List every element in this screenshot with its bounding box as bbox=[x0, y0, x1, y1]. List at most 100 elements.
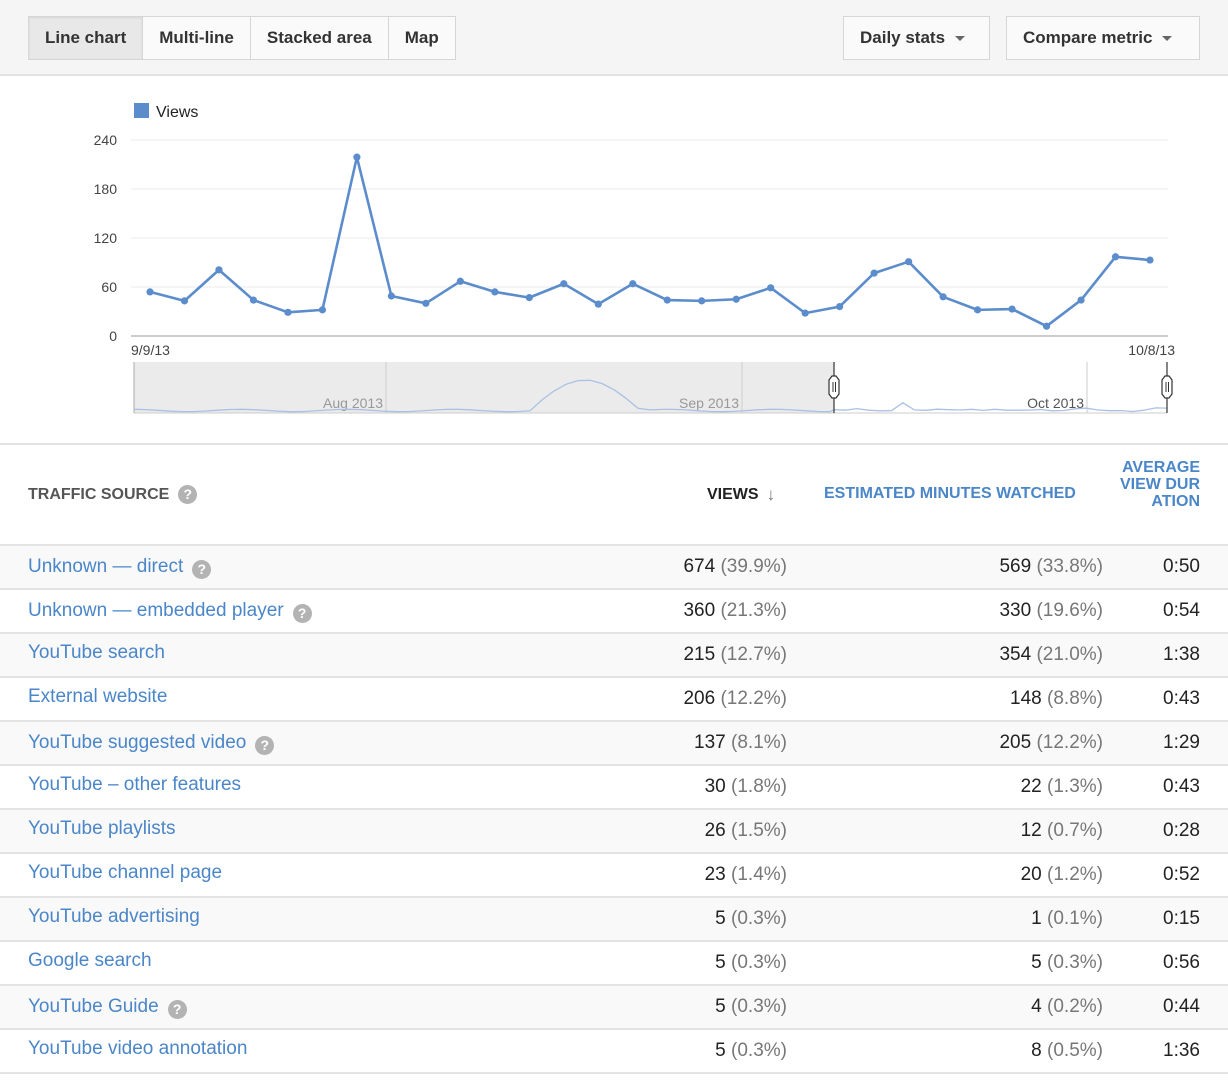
views-value: 5 bbox=[715, 908, 726, 929]
navigator-selected-range[interactable] bbox=[834, 362, 1167, 413]
views-cell: 137 (8.1%) bbox=[694, 732, 787, 754]
traffic-source-link[interactable]: YouTube suggested video? bbox=[28, 730, 275, 755]
data-point[interactable] bbox=[284, 308, 292, 316]
minutes-value: 330 bbox=[999, 600, 1032, 621]
traffic-source-link[interactable]: External website bbox=[28, 686, 167, 708]
table-body: Unknown — direct? 674 (39.9%) 569 (33.8%) 0… bbox=[0, 546, 1228, 1074]
views-value: 206 bbox=[683, 688, 716, 709]
y-tick-label: 240 bbox=[94, 132, 118, 148]
minutes-value: 4 bbox=[1031, 996, 1042, 1017]
data-point[interactable] bbox=[698, 297, 706, 305]
table-row: YouTube playlists 26 (1.5%) 12 (0.7%) 0:28 bbox=[0, 810, 1228, 854]
help-icon[interactable]: ? bbox=[167, 1000, 187, 1019]
views-percent: (8.1%) bbox=[731, 732, 787, 753]
minutes-value: 8 bbox=[1031, 1040, 1042, 1061]
data-point[interactable] bbox=[318, 306, 327, 314]
data-point[interactable] bbox=[215, 266, 223, 274]
range-navigator[interactable]: Aug 2013 Sep 2013 Oct 2013 bbox=[133, 362, 1173, 414]
data-point[interactable] bbox=[1111, 253, 1120, 261]
data-point[interactable] bbox=[973, 306, 982, 314]
traffic-source-link[interactable]: Google search bbox=[28, 950, 152, 972]
header-traffic-source: TRAFFIC SOURCE ? bbox=[28, 485, 198, 504]
views-cell: 5 (0.3%) bbox=[715, 952, 787, 974]
minutes-value: 148 bbox=[1010, 688, 1042, 709]
traffic-source-label: YouTube Guide bbox=[28, 995, 159, 1017]
traffic-source-link[interactable]: YouTube advertising bbox=[28, 906, 200, 928]
traffic-source-label: Unknown — direct bbox=[28, 555, 184, 577]
data-point[interactable] bbox=[1042, 322, 1051, 330]
series-line-views bbox=[149, 155, 1151, 328]
traffic-source-link[interactable]: YouTube channel page bbox=[28, 862, 222, 884]
data-point[interactable] bbox=[422, 299, 430, 307]
map-button[interactable]: Map bbox=[387, 16, 456, 60]
data-point[interactable] bbox=[456, 277, 464, 285]
views-cell: 5 (0.3%) bbox=[715, 1040, 787, 1062]
data-point[interactable] bbox=[353, 153, 361, 161]
data-point[interactable] bbox=[732, 295, 740, 303]
header-average-view-duration[interactable]: AVERAGE VIEW DURATION bbox=[1116, 459, 1200, 510]
legend-label: Views bbox=[156, 104, 198, 121]
data-point[interactable] bbox=[180, 297, 189, 305]
data-point[interactable] bbox=[905, 258, 913, 266]
y-tick-label: 180 bbox=[94, 181, 118, 197]
avg-duration-cell: 0:43 bbox=[1163, 688, 1200, 709]
minutes-cell: 12 (0.7%) bbox=[1021, 820, 1103, 842]
data-point[interactable] bbox=[939, 293, 947, 301]
traffic-source-link[interactable]: YouTube Guide? bbox=[28, 994, 187, 1019]
data-point[interactable] bbox=[836, 303, 844, 311]
series-views bbox=[146, 153, 1154, 330]
traffic-source-link[interactable]: Unknown — embedded player? bbox=[28, 598, 312, 623]
traffic-source-link[interactable]: YouTube playlists bbox=[28, 818, 176, 840]
traffic-source-link[interactable]: YouTube – other features bbox=[28, 774, 241, 796]
views-cell: 23 (1.4%) bbox=[705, 864, 787, 886]
traffic-source-link[interactable]: YouTube video annotation bbox=[28, 1038, 247, 1060]
x-end-label: 10/8/13 bbox=[1128, 342, 1175, 358]
data-point[interactable] bbox=[387, 292, 395, 300]
data-point[interactable] bbox=[1077, 296, 1085, 304]
stacked-area-button[interactable]: Stacked area bbox=[249, 16, 389, 60]
help-icon[interactable]: ? bbox=[292, 604, 312, 623]
traffic-source-label: YouTube playlists bbox=[28, 818, 176, 839]
data-point[interactable] bbox=[146, 288, 154, 296]
help-icon[interactable]: ? bbox=[178, 485, 198, 504]
traffic-source-link[interactable]: YouTube search bbox=[28, 642, 165, 664]
navigator-month-label: Aug 2013 bbox=[323, 395, 383, 411]
data-point[interactable] bbox=[249, 296, 258, 304]
header-views[interactable]: VIEWS ↓ bbox=[707, 485, 775, 505]
views-percent: (1.5%) bbox=[731, 820, 787, 841]
data-point[interactable] bbox=[1008, 305, 1016, 313]
minutes-percent: (8.8%) bbox=[1047, 688, 1103, 709]
views-percent: (0.3%) bbox=[731, 908, 787, 929]
views-cell: 360 (21.3%) bbox=[683, 600, 787, 622]
compare-metric-dropdown[interactable]: Compare metric bbox=[1006, 16, 1200, 60]
line-chart-button[interactable]: Line chart bbox=[28, 16, 144, 60]
daily-stats-dropdown[interactable]: Daily stats bbox=[843, 16, 990, 60]
minutes-cell: 569 (33.8%) bbox=[999, 556, 1103, 578]
data-point[interactable] bbox=[767, 284, 775, 292]
multi-line-button[interactable]: Multi-line bbox=[142, 16, 251, 60]
legend-swatch bbox=[134, 103, 149, 118]
data-point[interactable] bbox=[594, 300, 602, 308]
data-point[interactable] bbox=[1146, 256, 1154, 264]
minutes-percent: (0.7%) bbox=[1047, 820, 1103, 841]
toolbar: Line chart Multi-line Stacked area Map D… bbox=[0, 0, 1228, 76]
data-point[interactable] bbox=[525, 294, 533, 302]
sort-arrow-down-icon: ↓ bbox=[766, 485, 776, 504]
data-point[interactable] bbox=[801, 309, 809, 317]
minutes-cell: 330 (19.6%) bbox=[999, 600, 1103, 622]
y-tick-label: 120 bbox=[94, 230, 118, 246]
data-point[interactable] bbox=[491, 288, 499, 296]
help-icon[interactable]: ? bbox=[255, 736, 275, 755]
data-point[interactable] bbox=[629, 280, 637, 288]
data-point[interactable] bbox=[870, 269, 878, 277]
views-cell: 215 (12.7%) bbox=[683, 644, 787, 666]
data-point[interactable] bbox=[560, 280, 568, 288]
views-cell: 5 (0.3%) bbox=[715, 908, 787, 930]
traffic-source-link[interactable]: Unknown — direct? bbox=[28, 554, 212, 579]
header-estimated-minutes[interactable]: ESTIMATED MINUTES WATCHED bbox=[824, 485, 1076, 503]
y-tick-label: 0 bbox=[109, 328, 117, 344]
traffic-source-label: YouTube – other features bbox=[28, 774, 242, 795]
help-icon[interactable]: ? bbox=[192, 560, 212, 579]
data-point[interactable] bbox=[663, 296, 671, 304]
minutes-value: 22 bbox=[1020, 776, 1042, 797]
